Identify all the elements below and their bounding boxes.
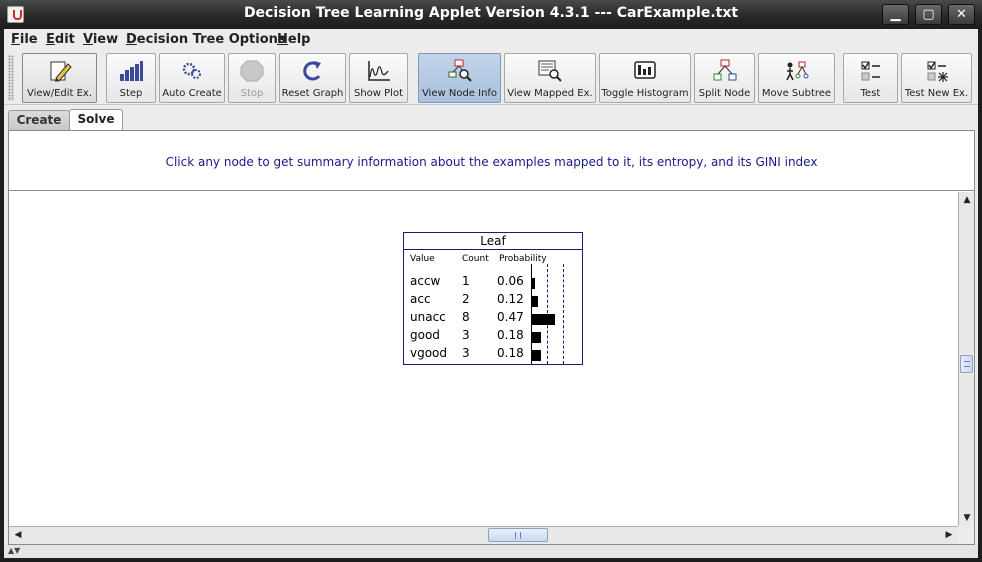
histogram-bar (532, 314, 555, 325)
pencil-icon (50, 61, 72, 82)
row-value: vgood (410, 346, 448, 360)
row-value: accw (410, 274, 441, 288)
gears-icon (182, 62, 201, 79)
plot-icon (367, 61, 390, 81)
menu-decision-tree-options[interactable]: Decision Tree Options (126, 32, 286, 47)
menu-view[interactable]: View (83, 32, 118, 47)
row-probability: 0.18 (497, 346, 524, 360)
histogram-guide-line (563, 264, 564, 364)
vertical-scroll-thumb[interactable] (960, 355, 973, 373)
view-node-info-button[interactable]: View Node Info (418, 53, 501, 103)
histogram-icon (634, 61, 656, 79)
maximize-button[interactable]: ▢ (915, 4, 942, 25)
minimize-button[interactable]: ▁ (882, 4, 909, 25)
step-bars-icon (120, 61, 143, 81)
scroll-right-button[interactable]: ▶ (942, 528, 956, 542)
histogram-bar (532, 332, 541, 343)
vertical-scrollbar[interactable]: ▲ ▼ (958, 192, 974, 526)
histogram-bar (532, 278, 535, 289)
test-icon (861, 61, 880, 81)
column-header-probability: Probability (499, 254, 547, 264)
thumb-grip (515, 532, 521, 539)
tab-solve[interactable]: Solve (69, 109, 123, 131)
menu-edit[interactable]: Edit (46, 32, 75, 47)
stop-icon (240, 60, 264, 82)
row-probability: 0.47 (497, 310, 524, 324)
horizontal-scrollbar[interactable]: ◀ ▶ (9, 526, 958, 544)
test-new-examples-button[interactable]: Test New Ex. (901, 53, 972, 103)
toolbar-grip[interactable] (8, 55, 14, 101)
row-count: 8 (462, 310, 470, 324)
title-bar[interactable]: Decision Tree Learning Applet Version 4.… (0, 0, 982, 29)
window-title: Decision Tree Learning Applet Version 4.… (243, 5, 739, 21)
leaf-node[interactable]: Leaf Value Count Probability accw 1 0.06… (403, 232, 583, 365)
split-node-button[interactable]: Split Node (694, 53, 755, 103)
test-new-icon (927, 61, 948, 82)
split-node-icon (713, 59, 736, 81)
info-message: Click any node to get summary informatio… (165, 155, 818, 169)
menu-file[interactable]: File (11, 32, 38, 47)
row-count: 1 (462, 274, 470, 288)
horizontal-scroll-thumb[interactable] (488, 528, 548, 542)
row-count: 3 (462, 346, 470, 360)
row-count: 3 (462, 328, 470, 342)
menu-help[interactable]: Help (277, 32, 310, 47)
column-header-value: Value (410, 254, 435, 264)
scroll-down-button[interactable]: ▼ (960, 511, 974, 525)
row-probability: 0.18 (497, 328, 524, 342)
test-button[interactable]: Test (843, 53, 898, 103)
move-subtree-button[interactable]: Move Subtree (758, 53, 835, 103)
mapped-examples-icon (538, 60, 562, 82)
split-arrows-icon[interactable]: ▲▼ (8, 546, 20, 555)
show-plot-button[interactable]: Show Plot (349, 53, 408, 103)
histogram-bar (532, 296, 538, 307)
menu-bar: File Edit View Decision Tree Options Hel… (4, 29, 978, 51)
info-panel: Click any node to get summary informatio… (9, 131, 974, 191)
row-value: unacc (410, 310, 446, 324)
row-value: good (410, 328, 440, 342)
scroll-left-button[interactable]: ◀ (11, 528, 25, 542)
scroll-up-button[interactable]: ▲ (960, 193, 974, 207)
auto-create-button[interactable]: Auto Create (159, 53, 225, 103)
node-info-icon (448, 59, 472, 82)
reset-graph-button[interactable]: Reset Graph (279, 53, 346, 103)
tab-create[interactable]: Create (8, 110, 70, 130)
row-value: acc (410, 292, 431, 306)
view-mapped-examples-button[interactable]: View Mapped Ex. (504, 53, 596, 103)
tab-strip: Create Solve (4, 106, 978, 131)
probability-histogram (531, 264, 582, 364)
thumb-grip (964, 361, 970, 367)
column-header-count: Count (462, 254, 489, 264)
stop-button[interactable]: Stop (228, 53, 276, 103)
reset-icon (302, 61, 321, 81)
row-probability: 0.12 (497, 292, 524, 306)
bottom-strip: ▲▼ (4, 545, 978, 558)
scroll-corner (958, 526, 974, 544)
solve-panel: Click any node to get summary informatio… (8, 130, 975, 545)
close-button[interactable]: ✕ (948, 4, 975, 25)
toolbar: View/Edit Ex. Step Auto Create Stop Rese… (4, 51, 978, 105)
toggle-histogram-button[interactable]: Toggle Histogram (599, 53, 691, 103)
tree-canvas[interactable]: Leaf Value Count Probability accw 1 0.06… (9, 192, 957, 526)
window-client: File Edit View Decision Tree Options Hel… (4, 29, 978, 558)
move-subtree-icon (785, 61, 808, 81)
row-probability: 0.06 (497, 274, 524, 288)
leaf-title: Leaf (404, 233, 582, 250)
row-count: 2 (462, 292, 470, 306)
view-edit-examples-button[interactable]: View/Edit Ex. (22, 53, 97, 103)
histogram-bar (532, 350, 541, 361)
step-button[interactable]: Step (106, 53, 156, 103)
